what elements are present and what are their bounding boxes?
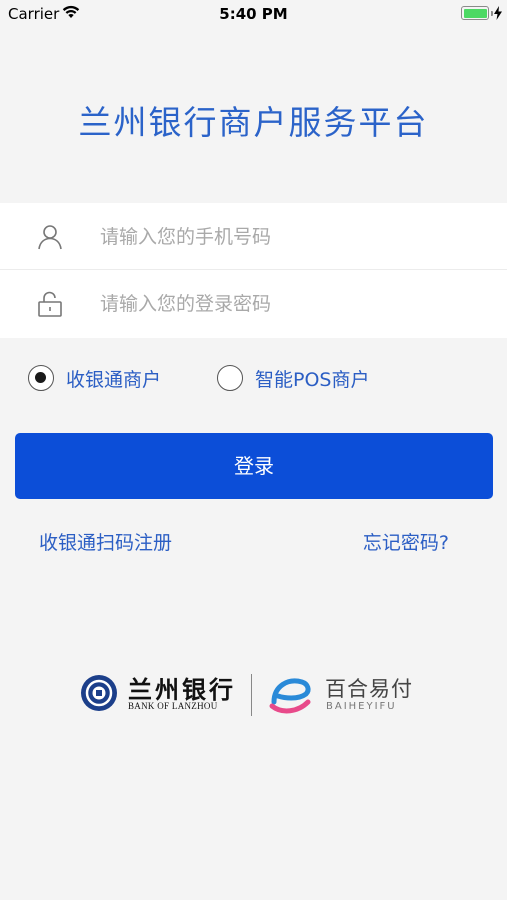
partner-logo-icon — [268, 672, 314, 718]
radio-dot — [35, 372, 46, 383]
phone-input[interactable] — [100, 221, 480, 253]
lock-icon — [36, 290, 64, 318]
partner-name-en: BAIHEYIFU — [326, 701, 397, 712]
battery-icon — [461, 6, 493, 20]
radio-label: 收银通商户 — [66, 369, 162, 391]
battery-cap — [490, 10, 493, 16]
radio-button-selected[interactable] — [28, 365, 54, 391]
logo-divider — [251, 674, 252, 716]
password-row — [0, 270, 507, 337]
user-icon — [36, 223, 64, 251]
charging-icon — [494, 5, 502, 24]
status-bar: Carrier 5:40 PM — [0, 0, 507, 28]
register-link[interactable]: 收银通扫码注册 — [39, 528, 172, 555]
phone-row — [0, 203, 507, 270]
password-input[interactable] — [100, 288, 480, 320]
footer-logos: 兰州银行 BANK OF LANZHOU 百合易付 BAIHEYIFU — [80, 668, 420, 724]
partner-name: 百合易付 — [325, 677, 413, 701]
bank-name-en: BANK OF LANZHOU — [128, 701, 218, 711]
login-button[interactable]: 登录 — [15, 433, 493, 499]
login-form — [0, 203, 507, 338]
page-title: 兰州银行商户服务平台 — [78, 103, 429, 142]
bank-name: 兰州银行 — [128, 675, 236, 704]
status-time: 5:40 PM — [219, 5, 288, 23]
radio-label: 智能POS商户 — [255, 369, 370, 391]
radio-button-unselected[interactable] — [217, 365, 243, 391]
forgot-password-link[interactable]: 忘记密码? — [363, 528, 449, 555]
bank-logo-icon — [80, 674, 118, 712]
battery-level — [463, 8, 487, 18]
